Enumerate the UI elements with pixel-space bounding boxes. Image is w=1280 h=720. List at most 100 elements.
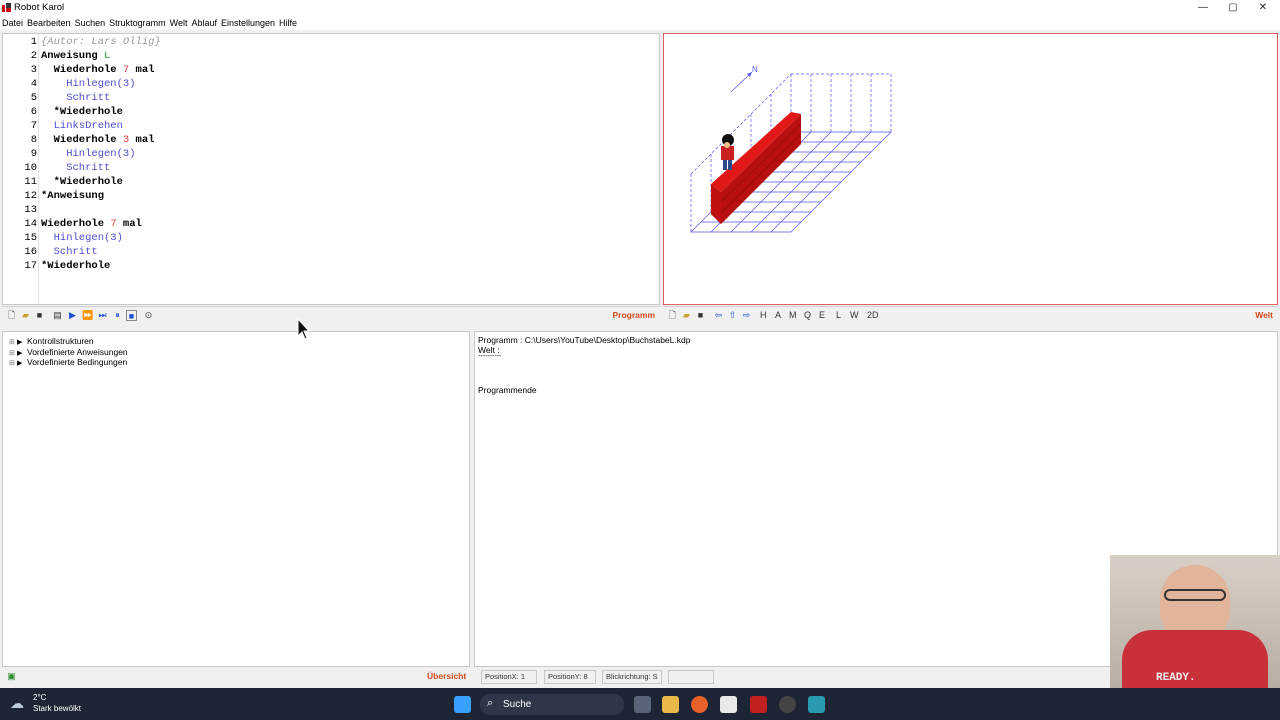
code-line[interactable]: Anweisung L xyxy=(41,50,110,62)
world-cmd-e[interactable]: E xyxy=(819,310,825,320)
menu-hilfe[interactable]: Hilfe xyxy=(277,16,299,30)
app-icon[interactable] xyxy=(808,696,825,713)
expand-icon[interactable]: ⊞ xyxy=(9,349,17,357)
open-world-icon[interactable]: ▰ xyxy=(681,310,692,321)
obs-icon[interactable] xyxy=(779,696,796,713)
code-token: Hinlegen(3) xyxy=(41,78,136,90)
tree-item-anweisungen[interactable]: ⊞ ▶ Vordefinierte Anweisungen xyxy=(9,347,128,357)
stop-icon[interactable]: ■ xyxy=(126,310,137,321)
line-number: 1 xyxy=(30,36,37,48)
triangle-right-icon: ▶ xyxy=(17,350,23,357)
world-cmd-q[interactable]: Q xyxy=(804,310,811,320)
settings-circle-icon[interactable]: ⊙ xyxy=(143,310,154,321)
code-line[interactable]: Schritt xyxy=(41,246,98,258)
code-token: Hinlegen(3) xyxy=(41,232,123,244)
robot-karol-taskbar-icon[interactable] xyxy=(750,696,767,713)
save-icon[interactable]: ■ xyxy=(34,310,45,321)
code-line[interactable]: Wiederhole 3 mal xyxy=(41,134,155,146)
step-forward-icon[interactable]: ⇧ xyxy=(727,310,738,321)
weather-text: Stark bewölkt xyxy=(33,704,82,713)
mouse-cursor-icon xyxy=(297,318,311,340)
menu-bearbeiten[interactable]: Bearbeiten xyxy=(25,16,73,30)
menu-einstellungen[interactable]: Einstellungen xyxy=(219,16,277,30)
menu-suchen[interactable]: Suchen xyxy=(73,16,108,30)
compass-label: N xyxy=(752,65,758,74)
world-toolbar: 🗋 ▰ ■ ⇦ ⇧ ⇨ H A M Q E L W 2D Welt xyxy=(663,306,1278,324)
line-number: 14 xyxy=(24,218,37,230)
world-cmd-a[interactable]: A xyxy=(775,310,781,320)
close-button[interactable]: ✕ xyxy=(1248,1,1278,15)
open-folder-icon[interactable]: ▰ xyxy=(20,310,31,321)
code-token: Wiederhole xyxy=(41,134,123,146)
empty-status-field xyxy=(668,670,714,684)
code-token: *Wiederhole xyxy=(41,176,123,188)
world-view[interactable]: N xyxy=(663,33,1278,305)
code-line[interactable]: *Wiederhole xyxy=(41,260,110,272)
code-line[interactable]: Hinlegen(3) xyxy=(41,78,136,90)
check-syntax-icon[interactable]: ▤ xyxy=(52,310,63,321)
tree-item-kontrollstrukturen[interactable]: ⊞ ▶ Kontrollstrukturen xyxy=(9,336,94,346)
menu-ablauf[interactable]: Ablauf xyxy=(189,16,219,30)
code-token: Schritt xyxy=(41,162,111,174)
new-world-icon[interactable]: 🗋 xyxy=(667,310,678,321)
menu-welt[interactable]: Welt xyxy=(168,16,190,30)
webcam-overlay: READY. xyxy=(1110,555,1280,688)
windows-taskbar: ☁ 2°C Stark bewölkt ⌕ Suche xyxy=(0,688,1280,720)
code-token: Schritt xyxy=(41,92,111,104)
line-number: 8 xyxy=(30,134,37,146)
code-line[interactable]: LinksDrehen xyxy=(41,120,123,132)
firefox-icon[interactable] xyxy=(691,696,708,713)
code-token: LinksDrehen xyxy=(41,120,123,132)
search-box[interactable]: ⌕ Suche xyxy=(480,694,624,715)
task-view-icon[interactable] xyxy=(634,696,651,713)
run-icon[interactable]: ▶ xyxy=(67,310,78,321)
menu-struktogramm[interactable]: Struktogramm xyxy=(107,16,168,30)
document-status-icon: ▣ xyxy=(7,671,16,681)
save-world-icon[interactable]: ■ xyxy=(695,310,706,321)
code-line[interactable]: Hinlegen(3) xyxy=(41,232,123,244)
notepad-icon[interactable] xyxy=(720,696,737,713)
file-explorer-icon[interactable] xyxy=(662,696,679,713)
pause-icon[interactable]: ⏸ xyxy=(112,310,123,321)
line-number: 11 xyxy=(24,176,37,188)
maximize-button[interactable]: ▢ xyxy=(1218,1,1248,15)
code-line[interactable]: Schritt xyxy=(41,92,110,104)
code-line[interactable]: *Wiederhole xyxy=(41,106,123,118)
code-line[interactable]: Schritt xyxy=(41,162,110,174)
world-cmd-h[interactable]: H xyxy=(760,310,767,320)
start-windows-icon[interactable] xyxy=(454,696,471,713)
overview-tab-label[interactable]: Übersicht xyxy=(427,671,466,681)
code-line[interactable]: Wiederhole 7 mal xyxy=(41,218,142,230)
world-panel-label: Welt xyxy=(1255,310,1273,320)
code-token: L xyxy=(104,50,111,62)
line-number: 13 xyxy=(24,204,37,216)
menu-datei[interactable]: Datei xyxy=(0,16,25,30)
code-line[interactable]: Hinlegen(3) xyxy=(41,148,135,160)
new-file-icon[interactable]: 🗋 xyxy=(6,310,17,321)
code-line[interactable]: Wiederhole 7 mal xyxy=(41,64,155,76)
expand-icon[interactable]: ⊞ xyxy=(9,359,17,367)
code-line[interactable]: {Autor: Lars Ollig} xyxy=(41,36,161,48)
expand-icon[interactable]: ⊞ xyxy=(9,338,17,346)
world-cmd-w[interactable]: W xyxy=(850,310,859,320)
code-line[interactable]: *Wiederhole xyxy=(41,176,123,188)
position-y-field: PositionY: 8 xyxy=(544,670,596,684)
fast-run-icon[interactable]: ⏩ xyxy=(82,310,93,321)
turn-left-icon[interactable]: ⇦ xyxy=(713,310,724,321)
output-line: ---------- xyxy=(478,353,502,360)
tree-item-bedingungen[interactable]: ⊞ ▶ Vordefinierte Bedingungen xyxy=(9,357,127,367)
world-view-2d-button[interactable]: 2D xyxy=(867,310,879,320)
turn-right-icon[interactable]: ⇨ xyxy=(741,310,752,321)
code-editor[interactable]: 1 2 3 4 5 6 7 8 9 10 11 12 13 14 15 16 17 {Autor: Lars O… xyxy=(2,33,660,305)
code-token: Anweisung xyxy=(41,50,105,62)
line-number: 6 xyxy=(30,106,37,118)
code-token: Wiederhole xyxy=(41,64,123,76)
world-cmd-l[interactable]: L xyxy=(836,310,841,320)
code-line[interactable]: *Anweisung xyxy=(41,190,104,202)
cloud-weather-icon[interactable]: ☁ xyxy=(10,695,24,712)
step-icon[interactable]: ⏭ xyxy=(97,310,108,321)
world-cmd-m[interactable]: M xyxy=(789,310,797,320)
search-icon: ⌕ xyxy=(487,697,494,709)
overview-tree: ⊞ ▶ Kontrollstrukturen ⊞ ▶ Vordefinierte Anw… xyxy=(2,331,470,667)
minimize-button[interactable]: — xyxy=(1188,1,1218,15)
